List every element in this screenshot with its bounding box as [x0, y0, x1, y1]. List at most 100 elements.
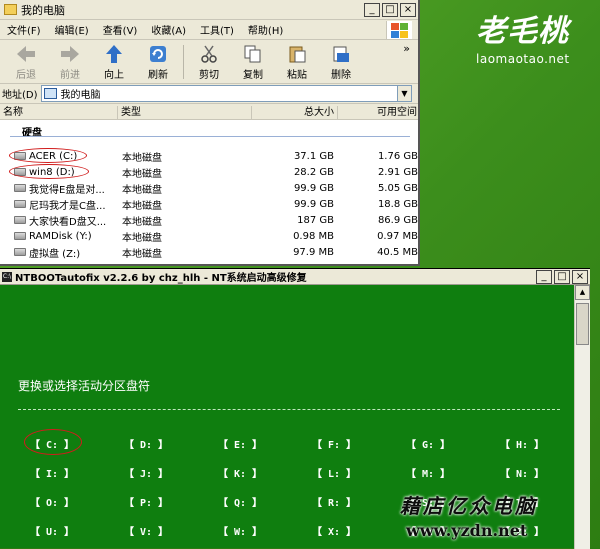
drive-total: 0.98 MB — [293, 230, 334, 242]
drive-option-u[interactable]: 【 U: 】 — [30, 523, 74, 538]
drive-option-f[interactable]: 【 F: 】 — [312, 436, 356, 451]
drive-row[interactable]: RAMDisk (Y:) 本地磁盘 0.98 MB 0.97 MB — [0, 228, 418, 244]
drive-list: 名称 类型 总大小 可用空间 硬盘 ACER (C:) 本地磁盘 37.1 GB… — [0, 106, 418, 264]
drive-option-k[interactable]: 【 K: 】 — [218, 465, 262, 480]
drive-type: 本地磁盘 — [122, 200, 162, 212]
close-button[interactable]: × — [572, 269, 588, 284]
watermark: 藉店亿众电脑 www.yzdn.net — [400, 490, 596, 546]
console-title: NTBOOTautofix v2.2.6 by chz_hlh - NT系统启动… — [15, 273, 307, 284]
back-button[interactable]: 后退 — [4, 41, 48, 81]
drive-name: 虚拟盘 (Z:) — [29, 248, 81, 260]
drive-option-o[interactable]: 【 O: 】 — [30, 494, 74, 509]
cut-button[interactable]: 剪切 — [187, 41, 231, 81]
paste-label: 粘贴 — [287, 70, 307, 81]
drive-option-g[interactable]: 【 G: 】 — [406, 436, 450, 451]
drive-free: 40.5 MB — [377, 246, 418, 258]
windows-logo-icon — [386, 21, 412, 39]
menu-edit[interactable]: 编辑(E) — [48, 22, 96, 37]
address-label: 地址(D) — [2, 90, 38, 101]
refresh-label: 刷新 — [148, 70, 168, 81]
console-divider — [18, 409, 560, 410]
toolbar: 后退 前进 向上 刷新 剪切 复制 粘贴 删除 » — [0, 40, 418, 84]
drive-free: 0.97 MB — [377, 230, 418, 242]
column-headers: 名称 类型 总大小 可用空间 — [0, 106, 418, 120]
scissors-icon — [199, 44, 219, 64]
hard-disk-icon — [14, 200, 26, 208]
refresh-icon — [148, 44, 168, 64]
menubar: 文件(F) 编辑(E) 查看(V) 收藏(A) 工具(T) 帮助(H) — [0, 20, 418, 40]
refresh-button[interactable]: 刷新 — [136, 41, 180, 81]
up-arrow-icon — [104, 44, 124, 64]
hard-disk-icon — [14, 184, 26, 192]
drive-option-l[interactable]: 【 L: 】 — [312, 465, 356, 480]
drive-total: 28.2 GB — [293, 166, 334, 178]
drive-option-q[interactable]: 【 Q: 】 — [218, 494, 262, 509]
drive-option-r[interactable]: 【 R: 】 — [312, 494, 356, 509]
close-button[interactable]: × — [400, 2, 416, 17]
drive-option-x[interactable]: 【 X: 】 — [312, 523, 356, 538]
drive-name: 大家快看D盘又... — [29, 216, 107, 228]
drive-option-d[interactable]: 【 D: 】 — [124, 436, 168, 451]
drive-row[interactable]: 大家快看D盘又... 本地磁盘 187 GB 86.9 GB — [0, 212, 418, 228]
drive-row[interactable]: 虚拟盘 (Z:) 本地磁盘 97.9 MB 40.5 MB — [0, 244, 418, 260]
explorer-titlebar[interactable]: 我的电脑 _ □ × — [0, 0, 418, 20]
col-free[interactable]: 可用空间 — [338, 106, 418, 119]
drive-free: 86.9 GB — [377, 214, 418, 226]
hard-disk-icon — [14, 232, 26, 240]
menu-favorites[interactable]: 收藏(A) — [144, 22, 193, 37]
address-dropdown-button[interactable]: ▼ — [397, 86, 411, 101]
computer-icon — [43, 88, 57, 99]
delete-button[interactable]: 删除 — [319, 41, 363, 81]
up-button[interactable]: 向上 — [92, 41, 136, 81]
scroll-thumb[interactable] — [576, 303, 589, 345]
minimize-button[interactable]: _ — [364, 2, 380, 17]
paste-icon — [287, 44, 307, 64]
drive-option-m[interactable]: 【 M: 】 — [406, 465, 450, 480]
toolbar-separator — [183, 45, 184, 79]
menu-view[interactable]: 查看(V) — [96, 22, 145, 37]
forward-button[interactable]: 前进 — [48, 41, 92, 81]
highlight-oval — [9, 164, 89, 179]
menu-tools[interactable]: 工具(T) — [193, 22, 241, 37]
brand-logo-en: laomaotao.net — [476, 52, 570, 66]
col-type[interactable]: 类型 — [118, 106, 252, 119]
drive-free: 18.8 GB — [377, 198, 418, 210]
drive-option-j[interactable]: 【 J: 】 — [124, 465, 168, 480]
brand-logo: 老毛桃 laomaotao.net — [476, 6, 600, 68]
menu-help[interactable]: 帮助(H) — [241, 22, 290, 37]
scroll-up-arrow-icon[interactable]: ▲ — [575, 285, 590, 300]
console-prompt: 更换或选择活动分区盘符 — [18, 379, 151, 393]
cut-label: 剪切 — [199, 70, 219, 81]
drive-name: RAMDisk (Y:) — [29, 230, 92, 242]
maximize-button[interactable]: □ — [554, 269, 570, 284]
copy-button[interactable]: 复制 — [231, 41, 275, 81]
highlight-oval — [24, 429, 82, 455]
address-input[interactable]: 我的电脑 ▼ — [40, 85, 412, 102]
drive-type: 本地磁盘 — [122, 248, 162, 260]
drive-option-e[interactable]: 【 E: 】 — [218, 436, 262, 451]
drive-row[interactable]: 尼玛我才是C盘... 本地磁盘 99.9 GB 18.8 GB — [0, 196, 418, 212]
console-titlebar[interactable]: C:\ NTBOOTautofix v2.2.6 by chz_hlh - NT… — [0, 269, 590, 285]
drive-total: 99.9 GB — [293, 182, 334, 194]
paste-button[interactable]: 粘贴 — [275, 41, 319, 81]
drive-total: 37.1 GB — [293, 150, 334, 162]
drive-option-n[interactable]: 【 N: 】 — [500, 465, 544, 480]
watermark-cn: 藉店亿众电脑 — [400, 494, 538, 518]
minimize-button[interactable]: _ — [536, 269, 552, 284]
maximize-button[interactable]: □ — [382, 2, 398, 17]
toolbar-overflow-button[interactable]: » — [403, 42, 410, 55]
col-total[interactable]: 总大小 — [252, 106, 338, 119]
drive-option-i[interactable]: 【 I: 】 — [30, 465, 74, 480]
drive-option-w[interactable]: 【 W: 】 — [218, 523, 262, 538]
menu-file[interactable]: 文件(F) — [0, 22, 48, 37]
drive-row[interactable]: 我觉得E盘是对... 本地磁盘 99.9 GB 5.05 GB — [0, 180, 418, 196]
forward-arrow-icon — [60, 44, 80, 64]
drive-option-h[interactable]: 【 H: 】 — [500, 436, 544, 451]
drive-free: 1.76 GB — [377, 150, 418, 162]
col-name[interactable]: 名称 — [0, 106, 118, 119]
address-bar: 地址(D) 我的电脑 ▼ — [0, 84, 418, 104]
drive-total: 187 GB — [297, 214, 334, 226]
drive-option-p[interactable]: 【 P: 】 — [124, 494, 168, 509]
drive-option-v[interactable]: 【 V: 】 — [124, 523, 168, 538]
drive-free: 2.91 GB — [377, 166, 418, 178]
